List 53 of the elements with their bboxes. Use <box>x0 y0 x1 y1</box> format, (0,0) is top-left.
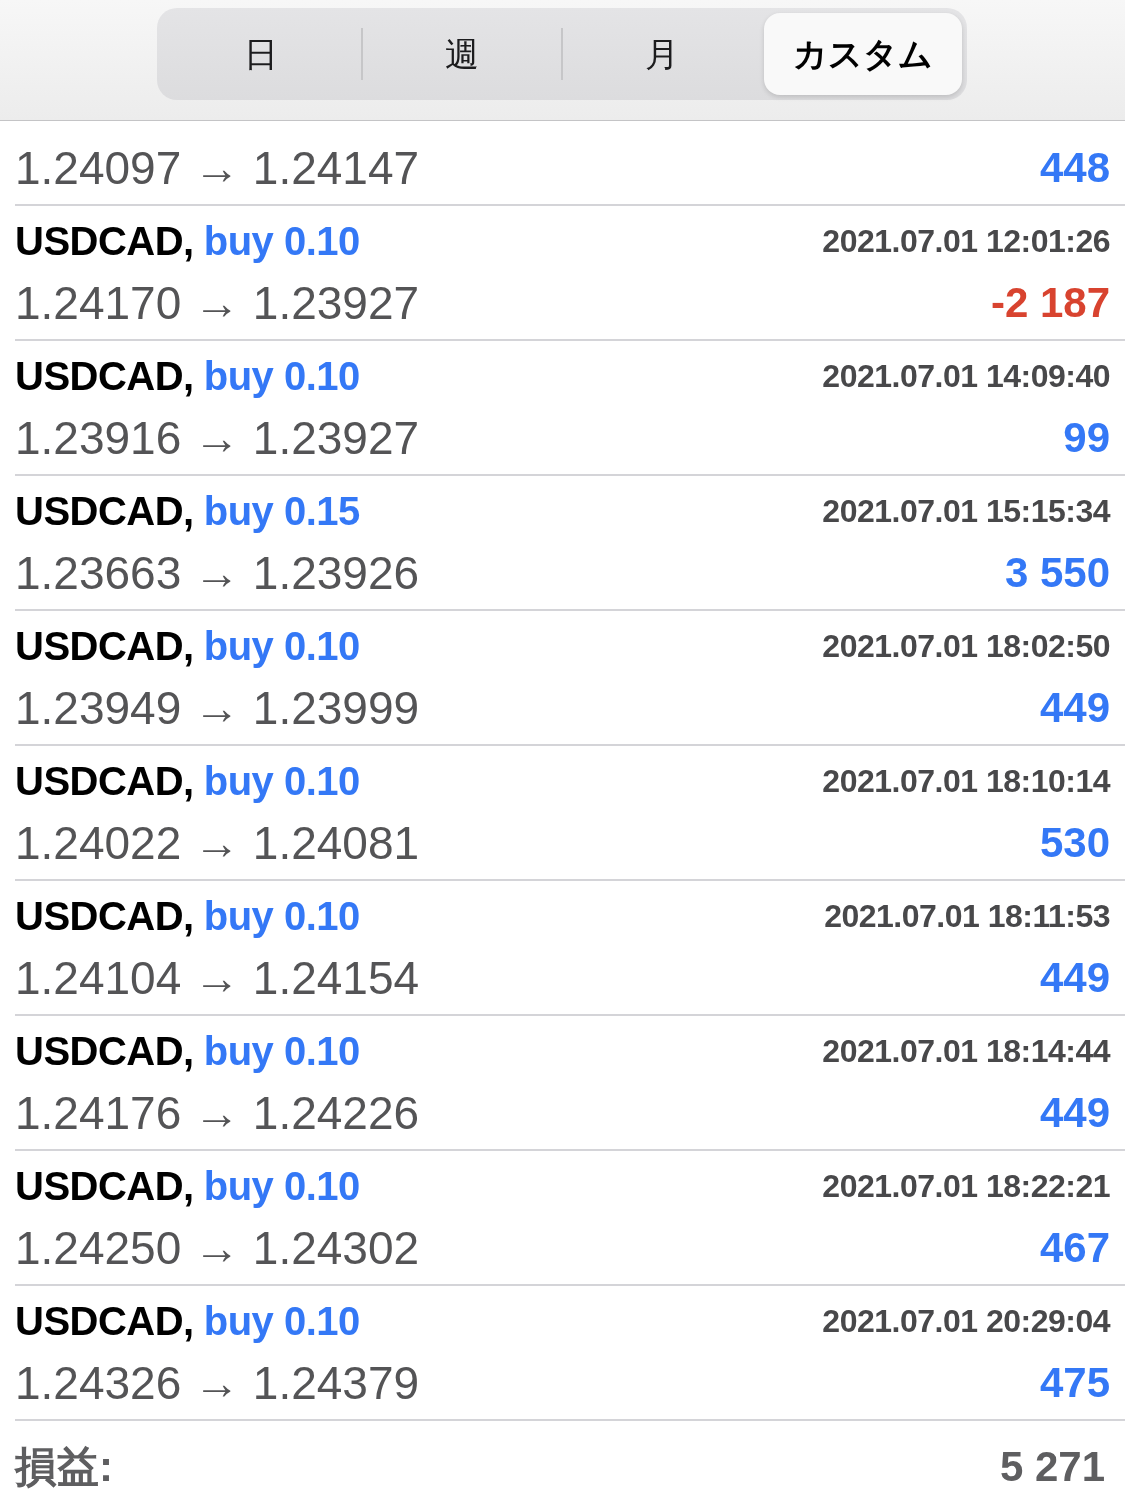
profit-text: 449 <box>1039 683 1110 733</box>
symbol-text: USDCAD, <box>15 1163 194 1210</box>
price-text: 1.23949 → 1.23999 <box>15 681 420 735</box>
time-text: 2021.07.01 14:09:40 <box>822 357 1110 396</box>
symbol-text: USDCAD, <box>15 1298 194 1345</box>
profit-text: 467 <box>1039 1223 1110 1273</box>
summary-label: 損益: <box>15 1442 113 1492</box>
order-text: buy 0.15 <box>203 488 360 535</box>
segment-tab[interactable]: 月 <box>563 13 762 95</box>
time-text: 2021.07.01 18:14:44 <box>822 1032 1110 1071</box>
order-text: buy 0.10 <box>203 353 360 400</box>
order-text: buy 0.10 <box>203 1298 360 1345</box>
order-text: buy 0.10 <box>203 218 360 265</box>
time-text: 2021.07.01 15:15:34 <box>822 492 1110 531</box>
symbol-text: USDCAD, <box>15 758 194 805</box>
time-text: 2021.07.01 18:10:14 <box>822 762 1110 801</box>
profit-text: 449 <box>1039 1088 1110 1138</box>
summary-value: 5 271 <box>999 1442 1105 1492</box>
price-text: 1.24022 → 1.24081 <box>15 816 420 870</box>
price-text: 1.24326 → 1.24379 <box>15 1356 420 1410</box>
price-text: 1.24170 → 1.23927 <box>15 276 420 330</box>
price-text: 1.23663 → 1.23926 <box>15 546 420 600</box>
symbol-text: USDCAD, <box>15 218 194 265</box>
price-text: 1.23916 → 1.23927 <box>15 411 420 465</box>
profit-text: 449 <box>1039 953 1110 1003</box>
symbol-text: USDCAD, <box>15 623 194 670</box>
segment-tab[interactable]: 週 <box>362 13 561 95</box>
order-text: buy 0.10 <box>203 1028 360 1075</box>
order-text: buy 0.10 <box>203 893 360 940</box>
profit-text: 99 <box>1063 413 1110 463</box>
time-text: 2021.07.01 12:01:26 <box>822 222 1110 261</box>
time-text: 2021.07.01 18:02:50 <box>822 627 1110 666</box>
profit-text: 530 <box>1039 818 1110 868</box>
price-text: 1.24097 → 1.24147 <box>15 141 420 195</box>
symbol-text: USDCAD, <box>15 893 194 940</box>
symbol-text: USDCAD, <box>15 488 194 535</box>
profit-text: 3 550 <box>1004 548 1110 598</box>
profit-text: 448 <box>1039 143 1110 193</box>
order-text: buy 0.10 <box>203 623 360 670</box>
order-text: buy 0.10 <box>203 1163 360 1210</box>
time-text: 2021.07.01 18:11:53 <box>824 897 1110 936</box>
time-text: 2021.07.01 18:22:21 <box>822 1167 1110 1206</box>
time-text: 2021.07.01 20:29:04 <box>822 1302 1110 1341</box>
symbol-text: USDCAD, <box>15 1028 194 1075</box>
profit-text: -2 187 <box>990 278 1110 328</box>
price-text: 1.24250 → 1.24302 <box>15 1221 420 1275</box>
price-text: 1.24104 → 1.24154 <box>15 951 420 1005</box>
profit-text: 475 <box>1039 1358 1110 1408</box>
price-text: 1.24176 → 1.24226 <box>15 1086 420 1140</box>
segment-tab[interactable]: 日 <box>162 13 361 95</box>
symbol-text: USDCAD, <box>15 353 194 400</box>
segment-tab[interactable]: カスタム <box>763 13 962 95</box>
order-text: buy 0.10 <box>203 758 360 805</box>
